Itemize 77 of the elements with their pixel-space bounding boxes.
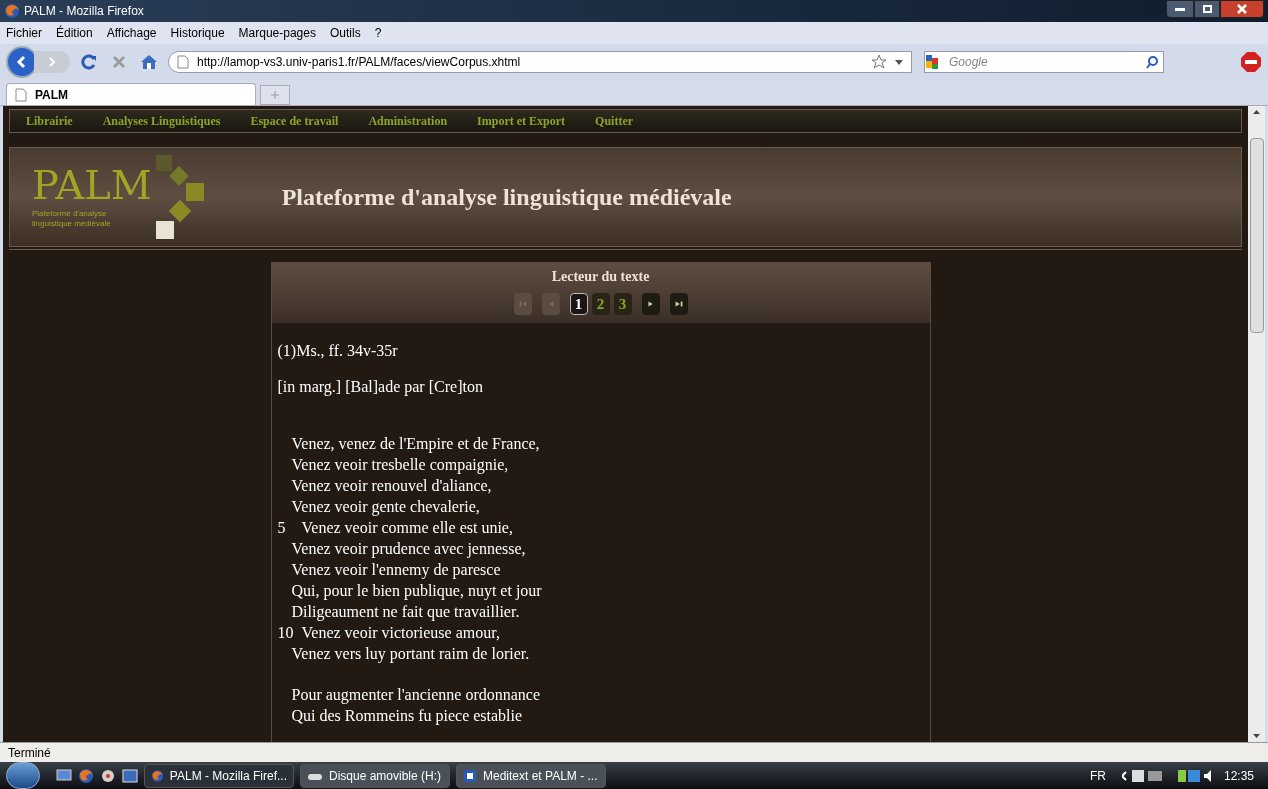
pager-button[interactable] — [669, 293, 688, 315]
clock: 12:35 — [1223, 767, 1254, 785]
verse-line: Pour augmenter l'ancienne ordonnance — [291, 685, 541, 705]
media-icon[interactable] — [100, 767, 116, 784]
stop-sign-icon[interactable] — [1240, 51, 1262, 73]
verse-line: Diligeaument ne fait que travaillier. — [291, 602, 520, 622]
menu-item[interactable]: Marque-pages — [238, 24, 316, 42]
reader-title: Lecteur du texte — [551, 268, 650, 286]
scrollbar-thumb[interactable] — [1249, 138, 1264, 333]
logo-text: PALM — [32, 165, 152, 205]
document-icon — [463, 768, 477, 783]
taskbar-button[interactable]: PALM - Mozilla Firef... — [144, 763, 294, 788]
verse-line: Venez veoir victorieuse amour, — [301, 623, 500, 643]
site-nav-link[interactable]: Analyses Linguistiques — [102, 112, 221, 130]
desktop-icon[interactable] — [56, 768, 72, 783]
verse-line: Venez veoir gente chevalerie, — [291, 497, 480, 517]
page-number-button[interactable]: 1 — [569, 293, 588, 315]
verse-line: Venez veoir tresbelle compaignie, — [291, 455, 509, 475]
address-bar[interactable]: http://lamop-vs3.univ-paris1.fr/PALM/faces/viewCorpus.xhtml — [168, 51, 912, 73]
search-bar[interactable]: Google — [924, 51, 1164, 73]
globe-icon — [78, 767, 94, 784]
site-nav-link[interactable]: Import et Export — [477, 112, 566, 130]
verse-line: Venez vers luy portant raim de lorier. — [291, 644, 530, 664]
scroll-down-icon[interactable] — [1253, 734, 1260, 738]
globe-icon — [151, 767, 164, 784]
search-field[interactable]: Google — [949, 53, 1141, 71]
scroll-up-icon[interactable] — [1253, 110, 1260, 114]
pager-button[interactable] — [641, 293, 660, 315]
globe-icon — [4, 3, 20, 19]
address-field[interactable]: http://lamop-vs3.univ-paris1.fr/PALM/faces/viewCorpus.xhtml — [197, 53, 863, 71]
site-nav-link[interactable]: Quitter — [595, 112, 634, 130]
line-number: 10 — [277, 623, 292, 643]
search-icon — [1145, 55, 1159, 69]
menu-item[interactable]: Édition — [56, 24, 93, 42]
start-button[interactable] — [6, 762, 40, 789]
site-title: Plateforme d'analyse linguistique médiévale — [281, 183, 732, 212]
verse-line: Venez, venez de l'Empire et de France, — [291, 434, 540, 454]
language-indicator[interactable]: FR — [1089, 766, 1106, 785]
page-icon — [177, 55, 189, 69]
window-title: PALM - Mozilla Firefox — [24, 3, 144, 20]
scrollbar[interactable] — [1248, 106, 1265, 742]
reload-icon — [81, 54, 97, 70]
verse-line: Venez veoir renouvel d'aliance, — [291, 476, 492, 496]
menu-item[interactable]: ? — [374, 24, 382, 42]
maximize-button[interactable] — [1194, 0, 1220, 18]
site-nav-link[interactable]: Espace de travail — [250, 112, 339, 130]
close-icon — [1237, 4, 1247, 14]
minimize-button[interactable] — [1166, 0, 1194, 18]
text-paragraph: (1)Ms., ff. 34v-35r — [277, 341, 399, 361]
home-icon — [140, 54, 158, 70]
page-number-button[interactable]: 3 — [613, 293, 632, 315]
verse-line: Venez veoir prudence avec jennesse, — [291, 539, 526, 559]
site-nav-link[interactable]: Librairie — [26, 112, 73, 130]
taskbar-button[interactable]: Disque amovible (H:) — [300, 763, 450, 788]
plus-icon — [271, 91, 279, 99]
star-icon — [871, 54, 887, 70]
line-number: 5 — [277, 518, 287, 538]
verse-line: Qui des Rommeins fu piece establie — [291, 706, 523, 726]
menu-item[interactable]: Historique — [170, 24, 225, 42]
logo-tagline: Plateforme d'analyse linguistique médiévale — [32, 209, 112, 229]
taskbar-button[interactable]: Meditext et PALM - ... — [456, 763, 606, 788]
site-nav-link[interactable]: Administration — [368, 112, 448, 130]
close-button[interactable] — [1220, 0, 1264, 18]
stop-icon — [112, 55, 126, 69]
verse-line: Venez veoir comme elle est unie, — [301, 518, 513, 538]
status-text: Terminé — [8, 744, 51, 762]
text-paragraph: [in marg.] [Bal]ade par [Cre]ton — [277, 377, 484, 397]
menu-item[interactable]: Affichage — [106, 24, 157, 42]
window-switch-icon[interactable] — [122, 768, 138, 783]
verse-line: Venez veoir l'ennemy de paresce — [291, 560, 501, 580]
dropdown-icon[interactable] — [895, 59, 903, 65]
menu-item[interactable]: Outils — [329, 24, 361, 42]
browser-tab[interactable]: PALM — [6, 83, 256, 105]
page-icon — [15, 87, 27, 102]
menu-item[interactable]: Fichier — [6, 24, 42, 42]
verse-line: Qui, pour le bien publique, nuyt et jour — [291, 581, 542, 601]
page-number-button[interactable]: 2 — [591, 293, 610, 315]
